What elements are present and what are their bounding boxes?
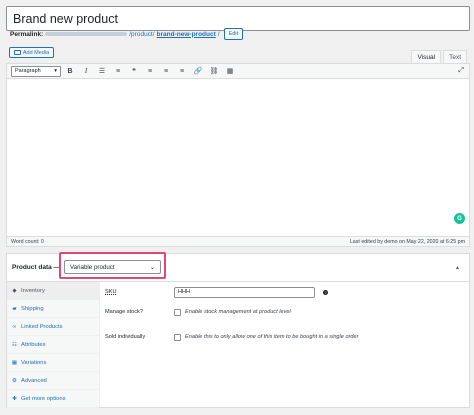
product-data-header: Product data — Variable product ⌄ ▲ — [7, 252, 469, 282]
tab-linked-products[interactable]: ∞ Linked Products — [7, 318, 99, 336]
editor-toolbar: Paragraph ▾ B I ☰ ≡ ❝ ≡ ≡ ≡ 🔗 ⛓ ▦ ⤢ — [7, 64, 469, 79]
permalink-row: Permalink: /product/brand-new-product / E… — [10, 28, 244, 40]
permalink-domain-blurred — [45, 32, 128, 36]
tab-label: Inventory — [21, 287, 45, 294]
tab-advanced[interactable]: ⚙ Advanced — [7, 372, 99, 390]
grid-icon: ▦ — [11, 359, 18, 366]
sold-individually-description: Enable this to only allow one of this it… — [185, 334, 359, 340]
permalink-edit-button[interactable]: Edit — [223, 28, 244, 40]
blockquote-icon[interactable]: ❝ — [127, 66, 141, 77]
product-data-label: Product data — — [12, 264, 61, 271]
add-media-button[interactable]: Add Media — [9, 47, 54, 58]
product-type-value: Variable product — [70, 263, 115, 271]
editor-status-bar: Word count: 0 Last edited by demo on May… — [7, 236, 469, 246]
bold-icon[interactable]: B — [63, 66, 77, 77]
permalink-trailing: / — [217, 30, 220, 38]
manage-stock-checkbox[interactable] — [174, 308, 181, 316]
product-type-select[interactable]: Variable product ⌄ — [64, 260, 161, 274]
unlink-icon[interactable]: ⛓ — [207, 66, 221, 77]
plugin-icon: ✚ — [12, 395, 17, 402]
link-icon[interactable]: 🔗 — [191, 66, 205, 77]
permalink-label: Permalink: — [10, 30, 44, 38]
italic-icon[interactable]: I — [79, 66, 93, 77]
tab-label: Linked Products — [21, 323, 63, 330]
inventory-icon: ◆ — [12, 287, 17, 294]
manage-stock-row: Manage stock? Enable stock management at… — [105, 306, 469, 318]
product-data-tabs: ◆ Inventory ▰ Shipping ∞ Linked Products… — [7, 282, 100, 408]
sku-row: SKU HHH ? — [105, 286, 469, 298]
manage-stock-label: Manage stock? — [105, 309, 143, 315]
permalink-slug[interactable]: brand-new-product — [157, 31, 216, 38]
sku-input[interactable]: HHH — [174, 286, 315, 298]
numbered-list-icon[interactable]: ≡ — [111, 66, 125, 77]
inventory-panel: SKU HHH ? Manage stock? Enable stock man… — [105, 282, 469, 407]
chevron-down-icon: ▾ — [54, 68, 57, 74]
product-data-box: Product data — Variable product ⌄ ▲ ◆ In… — [6, 252, 470, 408]
tab-variations[interactable]: ▦ Variations — [7, 354, 99, 372]
toolbar-toggle-icon[interactable]: ▦ — [223, 66, 237, 77]
tab-label: Advanced — [21, 377, 47, 384]
fullscreen-icon[interactable]: ⤢ — [458, 67, 464, 75]
sku-label: SKU — [105, 289, 117, 295]
gear-icon: ⚙ — [12, 377, 17, 384]
link-icon: ∞ — [12, 323, 17, 330]
last-edited: Last edited by demo on May 22, 2020 at 6… — [349, 238, 465, 245]
sold-individually-label: Sold individually — [105, 334, 146, 340]
bullet-list-icon[interactable]: ☰ — [95, 66, 109, 77]
manage-stock-description: Enable stock management at product level — [185, 309, 291, 315]
permalink-path[interactable]: /product/ — [129, 31, 154, 38]
tab-inventory[interactable]: ◆ Inventory — [7, 282, 99, 300]
add-media-label: Add Media — [22, 49, 50, 56]
word-count: Word count: 0 — [11, 238, 44, 245]
align-right-icon[interactable]: ≡ — [175, 66, 189, 77]
tab-label: Shipping — [21, 305, 44, 312]
align-left-icon[interactable]: ≡ — [143, 66, 157, 77]
sold-individually-row: Sold individually Enable this to only al… — [105, 331, 469, 343]
media-icon — [13, 50, 21, 55]
format-select-value: Paragraph — [15, 68, 41, 74]
tab-label: Variations — [21, 359, 47, 366]
tab-label: Get more options — [21, 395, 66, 402]
collapse-toggle-icon[interactable]: ▲ — [455, 265, 460, 271]
chevron-down-icon: ⌄ — [149, 263, 155, 271]
grammarly-icon[interactable]: G — [454, 213, 465, 224]
list-icon: ☷ — [12, 341, 17, 348]
tab-get-more-options[interactable]: ✚ Get more options — [7, 390, 99, 408]
help-icon[interactable]: ? — [323, 289, 328, 295]
tab-attributes[interactable]: ☷ Attributes — [7, 336, 99, 354]
truck-icon: ▰ — [12, 305, 17, 312]
align-center-icon[interactable]: ≡ — [159, 66, 173, 77]
tab-label: Attributes — [21, 341, 46, 348]
format-select[interactable]: Paragraph ▾ — [11, 65, 61, 77]
content-editor[interactable]: Paragraph ▾ B I ☰ ≡ ❝ ≡ ≡ ≡ 🔗 ⛓ ▦ ⤢ G Wo… — [6, 63, 470, 247]
tab-shipping[interactable]: ▰ Shipping — [7, 300, 99, 318]
sold-individually-checkbox[interactable] — [174, 333, 181, 341]
